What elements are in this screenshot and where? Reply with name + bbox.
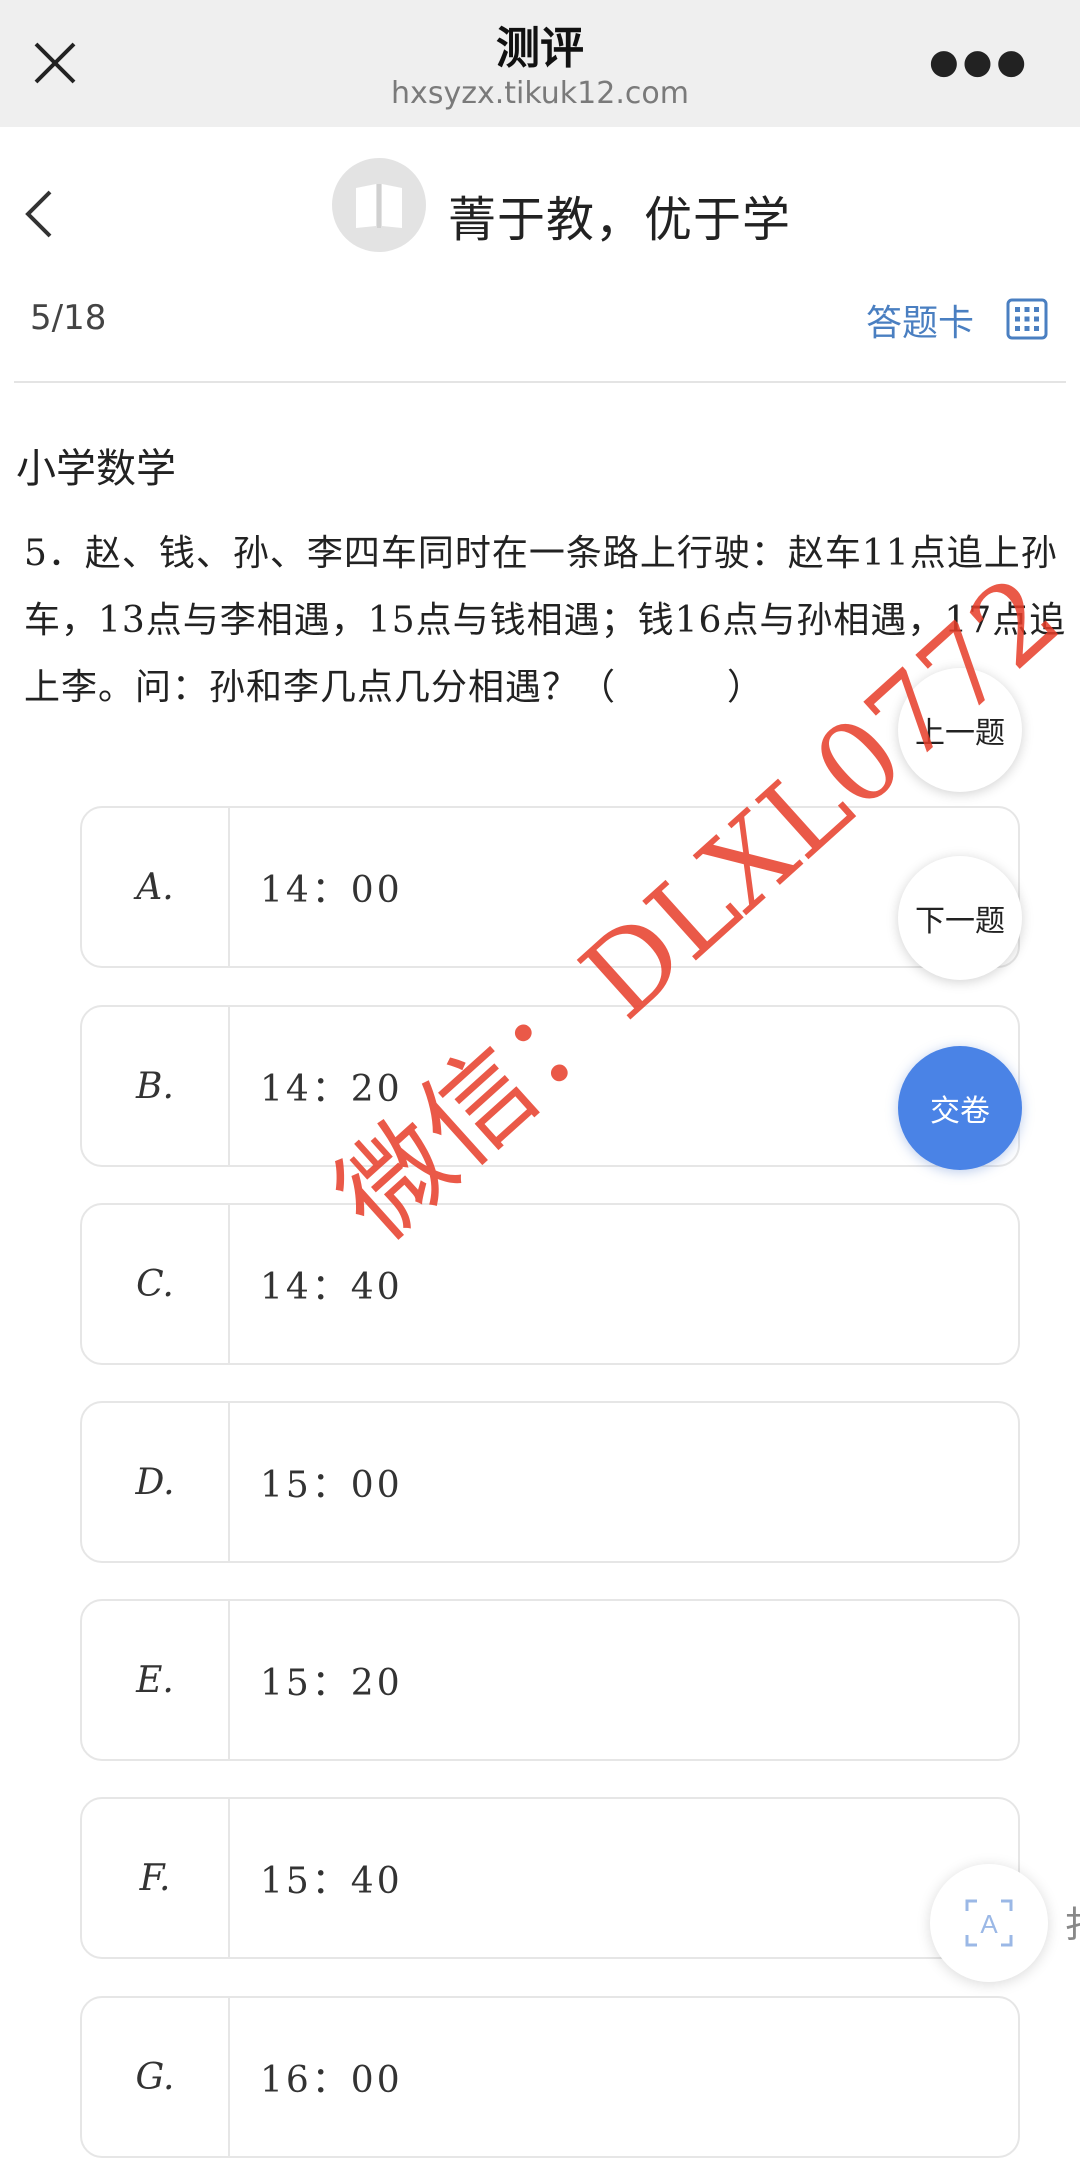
option-e[interactable]: E. 15：20 bbox=[80, 1599, 1020, 1761]
option-f[interactable]: F. 15：40 bbox=[80, 1797, 1020, 1959]
browser-top-bar: 测评 hxsyzx.tikuk12.com ●●● bbox=[0, 0, 1080, 127]
option-text: 15：40 bbox=[260, 1861, 403, 1902]
option-text: 15：00 bbox=[260, 1465, 403, 1506]
option-letter: F. bbox=[82, 1799, 230, 1957]
option-g[interactable]: G. 16：00 bbox=[80, 1996, 1020, 2158]
more-icon[interactable]: ●●● bbox=[929, 45, 1030, 79]
option-letter: D. bbox=[82, 1403, 230, 1561]
option-text: 15：20 bbox=[260, 1663, 403, 1704]
option-c[interactable]: C. 14：40 bbox=[80, 1203, 1020, 1365]
fab-side-label: 扌 bbox=[1064, 1896, 1080, 1948]
option-letter: B. bbox=[82, 1007, 230, 1165]
answer-card-link[interactable]: 答题卡 bbox=[866, 294, 974, 346]
back-icon[interactable] bbox=[20, 186, 60, 242]
question-counter: 5/18 bbox=[30, 298, 107, 338]
option-text: 14：40 bbox=[260, 1267, 403, 1308]
next-question-button[interactable]: 下一题 bbox=[898, 856, 1022, 980]
submit-button[interactable]: 交卷 bbox=[898, 1046, 1022, 1170]
browser-url: hxsyzx.tikuk12.com bbox=[391, 76, 689, 111]
prev-question-button[interactable]: 上一题 bbox=[898, 668, 1022, 792]
option-d[interactable]: D. 15：00 bbox=[80, 1401, 1020, 1563]
option-b[interactable]: B. 14：20 bbox=[80, 1005, 1020, 1167]
option-text: 14：00 bbox=[260, 870, 403, 911]
option-letter: G. bbox=[82, 1998, 230, 2156]
subject-title: 小学数学 bbox=[16, 446, 176, 492]
translate-icon: A bbox=[965, 1899, 1013, 1947]
translate-button[interactable]: A bbox=[930, 1864, 1048, 1982]
option-a[interactable]: A. 14：00 bbox=[80, 806, 1020, 968]
site-slogan: 菁于教，优于学 bbox=[448, 192, 792, 248]
option-letter: A. bbox=[82, 808, 230, 966]
option-letter: C. bbox=[82, 1205, 230, 1363]
option-letter: E. bbox=[82, 1601, 230, 1759]
option-text: 14：20 bbox=[260, 1069, 403, 1110]
svg-text:A: A bbox=[980, 1909, 998, 1939]
browser-title: 测评 bbox=[496, 23, 584, 74]
book-logo-icon bbox=[332, 158, 426, 252]
option-text: 16：00 bbox=[260, 2060, 403, 2101]
grid-icon[interactable] bbox=[1006, 298, 1048, 340]
header-divider bbox=[14, 381, 1066, 383]
